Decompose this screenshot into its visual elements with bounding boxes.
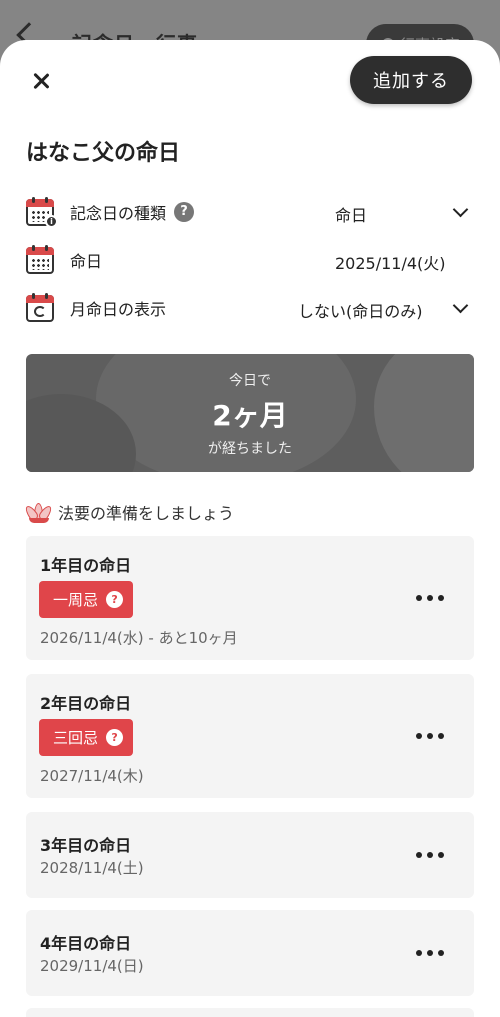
monthly-display-label: 月命日の表示 bbox=[70, 300, 167, 319]
card-title: 1年目の命日 bbox=[40, 556, 132, 575]
memorial-card[interactable]: 2年目の命日 三回忌 ? 2027/11/4(木) bbox=[26, 674, 474, 798]
card-title: 3年目の命日 bbox=[40, 836, 132, 855]
chevron-down-icon[interactable] bbox=[452, 297, 469, 314]
help-icon: ? bbox=[106, 729, 124, 746]
monthly-display-value: しない(命日のみ) bbox=[298, 302, 423, 321]
calendar-repeat-icon bbox=[26, 293, 56, 323]
more-icon[interactable] bbox=[416, 731, 444, 741]
death-date-row[interactable]: 命日 2025/11/4(火) bbox=[26, 243, 474, 277]
anniversary-type-value: 命日 bbox=[335, 206, 368, 225]
death-date-value: 2025/11/4(火) bbox=[335, 254, 446, 273]
help-icon: ? bbox=[106, 591, 124, 608]
memorial-prep-text: 法要の準備をしましょう bbox=[58, 504, 235, 523]
page-title: はなこ父の命日 bbox=[26, 141, 181, 166]
more-icon[interactable] bbox=[416, 850, 444, 860]
card-date: 2029/11/4(日) bbox=[40, 957, 144, 975]
memorial-card[interactable] bbox=[26, 1008, 474, 1017]
card-date: 2028/11/4(土) bbox=[40, 859, 144, 877]
card-title: 4年目の命日 bbox=[40, 934, 132, 953]
monthly-display-row[interactable]: 月命日の表示 しない(命日のみ) bbox=[26, 291, 474, 325]
anniversary-type-row[interactable]: i 記念日の種類 ? 命日 bbox=[26, 195, 474, 229]
add-button[interactable]: 追加する bbox=[350, 56, 472, 104]
memorial-tag[interactable]: 三回忌 ? bbox=[39, 719, 134, 756]
banner-top-text: 今日で bbox=[229, 373, 271, 389]
close-icon[interactable] bbox=[28, 68, 54, 94]
memorial-prep-heading: 法要の準備をしましょう bbox=[23, 500, 235, 524]
banner-bottom-text: が経ちました bbox=[208, 441, 292, 457]
card-title: 2年目の命日 bbox=[40, 694, 132, 713]
card-date: 2027/11/4(木) bbox=[40, 767, 144, 785]
memorial-card[interactable]: 3年目の命日 2028/11/4(土) bbox=[26, 812, 474, 898]
anniversary-type-label: 記念日の種類 bbox=[70, 204, 167, 223]
elapsed-banner: 今日で 2ヶ月 が経ちました bbox=[26, 354, 474, 472]
help-icon[interactable]: ? bbox=[174, 202, 195, 222]
calendar-icon bbox=[26, 245, 56, 275]
bottom-sheet: 追加する はなこ父の命日 i 記念日の種類 ? 命日 命日 2025/11/4(… bbox=[0, 40, 500, 1017]
memorial-card[interactable]: 1年目の命日 一周忌 ? 2026/11/4(水) - あと10ヶ月 bbox=[26, 536, 474, 660]
calendar-info-icon: i bbox=[26, 197, 58, 228]
memorial-tag-label: 一周忌 bbox=[53, 591, 99, 609]
lotus-icon bbox=[23, 501, 54, 523]
more-icon[interactable] bbox=[416, 948, 444, 958]
memorial-tag-label: 三回忌 bbox=[53, 729, 99, 747]
more-icon[interactable] bbox=[416, 593, 444, 603]
banner-elapsed-value: 2ヶ月 bbox=[212, 399, 288, 432]
chevron-down-icon[interactable] bbox=[452, 201, 469, 218]
memorial-card[interactable]: 4年目の命日 2029/11/4(日) bbox=[26, 910, 474, 996]
death-date-label: 命日 bbox=[70, 252, 103, 271]
memorial-tag[interactable]: 一周忌 ? bbox=[39, 581, 134, 618]
card-date: 2026/11/4(水) - あと10ヶ月 bbox=[40, 629, 238, 647]
